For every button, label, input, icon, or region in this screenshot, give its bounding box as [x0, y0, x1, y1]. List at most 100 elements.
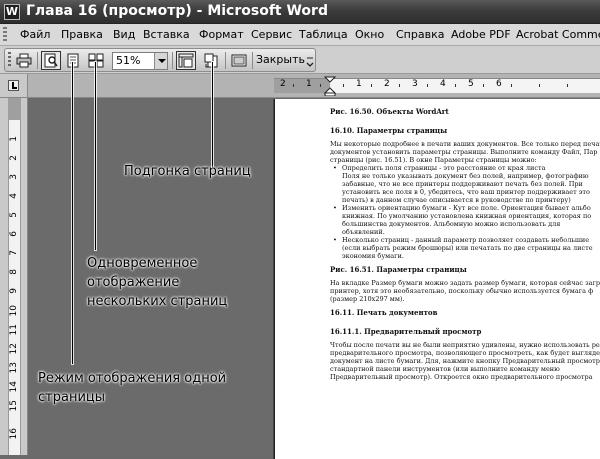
document-heading: 16.10. Параметры страницы: [330, 126, 448, 135]
ruler-number: 5: [9, 212, 19, 218]
callout-one-page: Режим отображения одной страницы: [38, 369, 226, 407]
ruler-tick: [320, 84, 321, 87]
word-app-icon[interactable]: W: [4, 4, 20, 20]
ruler-number: 6: [496, 79, 502, 89]
ruler-number: 2: [9, 155, 19, 161]
document-page[interactable]: Рис. 16.50. Объекты WordArt 16.10. Параме…: [274, 99, 600, 459]
ruler-tick: [567, 84, 568, 87]
view-ruler-icon: [178, 53, 194, 68]
ruler-tick: [371, 84, 372, 87]
document-line: Несколько страниц - данный параметр позв…: [330, 236, 600, 244]
ruler-number: 16: [9, 428, 19, 440]
ruler-number: 2: [384, 79, 390, 89]
callout-text: Одновременное: [87, 256, 198, 271]
ruler-tick: [539, 84, 540, 87]
ruler-number: 10: [9, 305, 19, 317]
menu-format[interactable]: Формат: [199, 28, 244, 41]
document-line: документ на листе бумаги. Для, нажмите к…: [330, 357, 600, 365]
ruler-tick: [293, 84, 294, 87]
ruler-number: 7: [9, 250, 19, 256]
indent-marker[interactable]: [323, 76, 337, 97]
full-screen-button[interactable]: [229, 51, 249, 70]
ruler-tick: [511, 84, 512, 87]
view-ruler-button[interactable]: [176, 51, 196, 70]
document-line: Поля не только указывать документ без по…: [342, 172, 589, 180]
print-button[interactable]: [14, 51, 34, 70]
document-line: принтер, хотя это необязательно, посколь…: [330, 287, 594, 295]
ruler-tick: [427, 84, 428, 87]
document-line: забавные, что не все принтеры поддержива…: [342, 180, 583, 188]
zoom-dropdown-arrow[interactable]: [154, 53, 167, 69]
leader-line-one-page: [72, 62, 73, 364]
callout-multiple-pages: Одновременное отображение нескольких стр…: [87, 254, 227, 311]
callout-text: отображение: [87, 275, 180, 290]
callout-text: Режим отображения одной: [38, 371, 227, 386]
ruler-tick: [455, 84, 456, 87]
menu-acrobat-comments[interactable]: Acrobat Comments: [516, 28, 600, 41]
toolbar-separator: [37, 52, 38, 69]
window-title: Глава 16 (просмотр) - Microsoft Word: [26, 3, 328, 19]
ruler-tick: [483, 84, 484, 87]
toolbar-separator: [225, 52, 226, 69]
one-page-button[interactable]: [63, 51, 83, 70]
toolbar-grip-handle[interactable]: [8, 52, 11, 68]
shrink-to-fit-icon: [204, 53, 218, 68]
document-heading: 16.11.1. Предварительный просмотр: [330, 327, 482, 336]
document-line: Предварительный просмотр). Откроется окн…: [330, 373, 593, 381]
leader-line-fit-pages: [212, 62, 213, 168]
ruler-tick: [343, 84, 344, 87]
callout-text: нескольких страниц: [87, 294, 228, 309]
ruler-number: 12: [9, 343, 19, 355]
document-line: (размер 210x297 мм).: [330, 295, 405, 303]
menu-adobe-pdf[interactable]: Adobe PDF: [451, 28, 511, 41]
ruler-tick: [399, 84, 400, 87]
ruler-number: 13: [9, 362, 19, 374]
ruler-number: 2: [280, 79, 286, 89]
menu-edit[interactable]: Правка: [61, 28, 103, 41]
multiple-pages-button[interactable]: [86, 51, 106, 70]
callout-text: Подгонка страниц: [124, 164, 251, 179]
menu-window[interactable]: Окно: [355, 28, 384, 41]
magnifier-button[interactable]: [41, 51, 61, 70]
document-line: печать) в данном случае описывается в ру…: [342, 196, 571, 204]
menu-table[interactable]: Таблица: [299, 28, 348, 41]
ruler-number: 1: [9, 136, 19, 142]
ruler-number: 15: [9, 400, 19, 412]
print-icon: [16, 53, 32, 68]
magnifier-icon: [44, 53, 58, 68]
callout-fit-pages: Подгонка страниц: [124, 162, 251, 181]
menu-view[interactable]: Вид: [113, 28, 135, 41]
close-preview-button[interactable]: Закрыть: [256, 53, 305, 66]
ruler-number: 11: [9, 324, 19, 336]
document-heading: Рис. 16.50. Объекты WordArt: [330, 107, 449, 116]
menu-grip-handle[interactable]: [3, 27, 7, 43]
ruler-number: 4: [440, 79, 446, 89]
menu-help[interactable]: Справка: [396, 28, 444, 41]
multiple-pages-icon: [88, 53, 104, 68]
ruler-number: 5: [468, 79, 474, 89]
ruler-number: 9: [9, 288, 19, 294]
document-line: экономия бумаги.: [342, 252, 404, 260]
document-line: документов установить параметры страницы…: [330, 148, 598, 156]
one-page-icon: [67, 53, 79, 68]
menu-file[interactable]: Файл: [20, 28, 50, 41]
document-line: установить все поля в 0, убедитесь, что …: [342, 188, 590, 196]
tab-stop-selector[interactable]: [8, 80, 19, 91]
leader-line-multiple-pages: [95, 62, 96, 250]
ruler-number: 4: [9, 193, 19, 199]
document-line: объявлений.: [342, 228, 385, 236]
document-line: Изменить ориентацию бумаги - Кут все пол…: [330, 204, 600, 212]
shrink-to-fit-button[interactable]: [201, 51, 221, 70]
callout-text: страницы: [38, 390, 105, 405]
document-line: страницы (рис. 16.51). В окне Параметры …: [330, 156, 537, 164]
menu-tools[interactable]: Сервис: [251, 28, 292, 41]
ruler-number: 1: [356, 79, 362, 89]
indent-marker-icon: [323, 76, 337, 97]
ruler-number: 1: [306, 79, 312, 89]
full-screen-icon: [231, 54, 247, 67]
ruler-number: 14: [9, 381, 19, 393]
document-heading: Рис. 16.51. Параметры страницы: [330, 265, 467, 274]
toolbar-options-button[interactable]: [306, 54, 314, 68]
document-line: Мы некоторые подробнее в печати ваших до…: [330, 140, 600, 148]
menu-insert[interactable]: Вставка: [143, 28, 190, 41]
